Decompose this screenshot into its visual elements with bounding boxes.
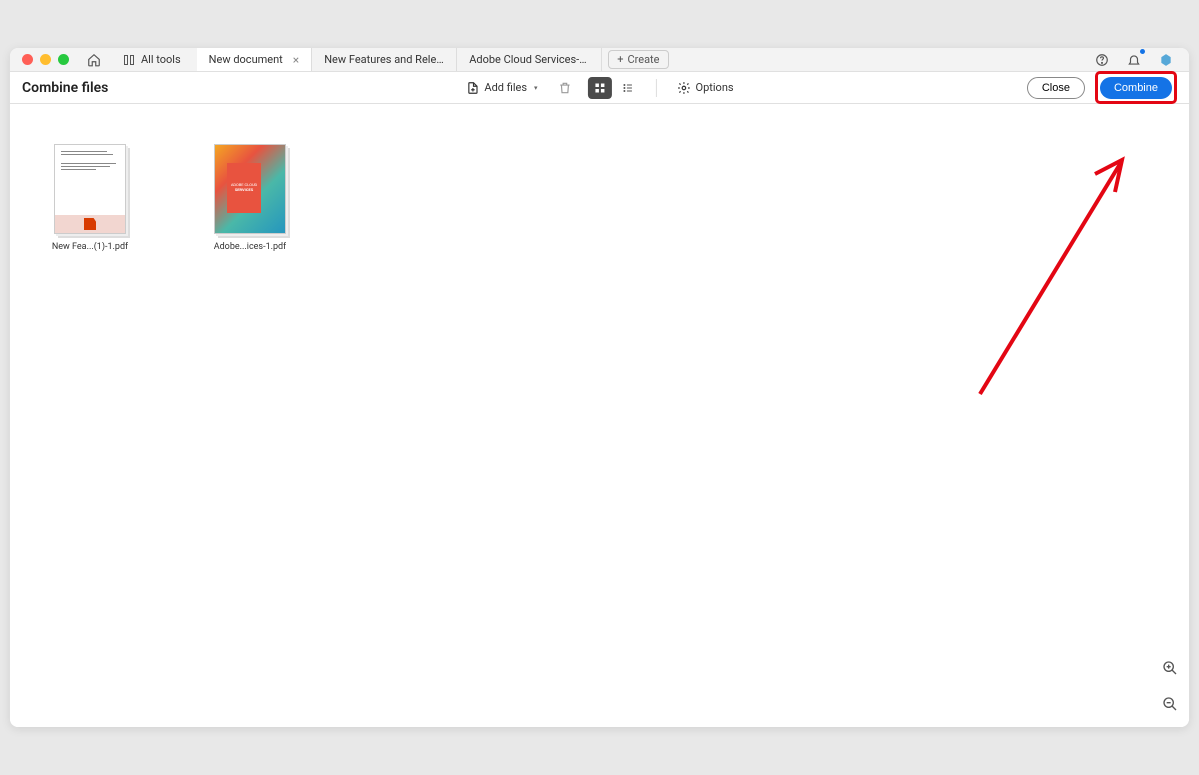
page-title: Combine files (22, 80, 108, 96)
gear-icon (677, 81, 691, 95)
home-button[interactable] (83, 49, 105, 71)
add-file-icon (465, 81, 479, 95)
zoom-in-icon (1162, 660, 1178, 676)
tab-new-document[interactable]: New document × (197, 48, 313, 71)
toolbar: Combine files Add files ▾ Opti (10, 72, 1189, 104)
tab-adobe-cloud[interactable]: Adobe Cloud Services-1.pdf (457, 48, 602, 71)
chevron-down-icon: ▾ (534, 84, 538, 92)
combine-highlight: Combine (1095, 71, 1177, 104)
zoom-out-icon (1162, 696, 1178, 712)
pdf-icon (84, 218, 96, 230)
tab-label: New document (209, 53, 283, 66)
close-window-button[interactable] (22, 54, 33, 65)
all-tools-button[interactable]: All tools (115, 50, 189, 69)
grid-icon (594, 82, 606, 94)
arrow-annotation (970, 124, 1150, 404)
delete-button[interactable] (554, 77, 576, 99)
tabs: New document × New Features and Release … (197, 48, 669, 71)
titlebar-right (1091, 49, 1177, 71)
list-icon (622, 82, 634, 94)
close-tab-icon[interactable]: × (293, 53, 299, 67)
close-button[interactable]: Close (1027, 77, 1085, 99)
toolbar-center: Add files ▾ Options (461, 77, 737, 99)
all-tools-label: All tools (141, 53, 181, 66)
grid-view-button[interactable] (588, 77, 612, 99)
zoom-controls (1159, 657, 1181, 715)
list-view-button[interactable] (616, 77, 640, 99)
account-button[interactable] (1155, 49, 1177, 71)
window-controls (22, 54, 69, 65)
minimize-window-button[interactable] (40, 54, 51, 65)
add-files-label: Add files (484, 81, 527, 94)
file-label: Adobe...ices-1.pdf (214, 242, 287, 252)
titlebar: All tools New document × New Features an… (10, 48, 1189, 72)
tab-label: New Features and Release Not... (324, 53, 444, 66)
tab-new-features[interactable]: New Features and Release Not... (312, 48, 457, 71)
plus-icon: + (617, 53, 623, 66)
tab-label: Adobe Cloud Services-1.pdf (469, 53, 589, 66)
separator (656, 79, 657, 97)
tools-icon (123, 54, 135, 66)
view-toggle (588, 77, 640, 99)
trash-icon (558, 81, 572, 95)
notifications-button[interactable] (1123, 49, 1145, 71)
content-area: New Fea...(1)-1.pdf ADOBE CLOUDSERVICES … (10, 104, 1189, 727)
help-button[interactable] (1091, 49, 1113, 71)
create-tab-button[interactable]: + Create (608, 50, 668, 69)
file-label: New Fea...(1)-1.pdf (52, 242, 128, 252)
file-item[interactable]: New Fea...(1)-1.pdf (40, 144, 140, 252)
options-label: Options (696, 81, 734, 94)
app-window: All tools New document × New Features an… (10, 48, 1189, 727)
toolbar-right: Close Combine (1027, 71, 1177, 104)
options-button[interactable]: Options (673, 78, 738, 98)
zoom-in-button[interactable] (1159, 657, 1181, 679)
zoom-out-button[interactable] (1159, 693, 1181, 715)
maximize-window-button[interactable] (58, 54, 69, 65)
file-thumbnail (54, 144, 126, 234)
combine-button[interactable]: Combine (1100, 77, 1172, 99)
file-item[interactable]: ADOBE CLOUDSERVICES Adobe...ices-1.pdf (200, 144, 300, 252)
create-label: Create (627, 53, 659, 66)
add-files-button[interactable]: Add files ▾ (461, 78, 541, 98)
file-thumbnail: ADOBE CLOUDSERVICES (214, 144, 286, 234)
